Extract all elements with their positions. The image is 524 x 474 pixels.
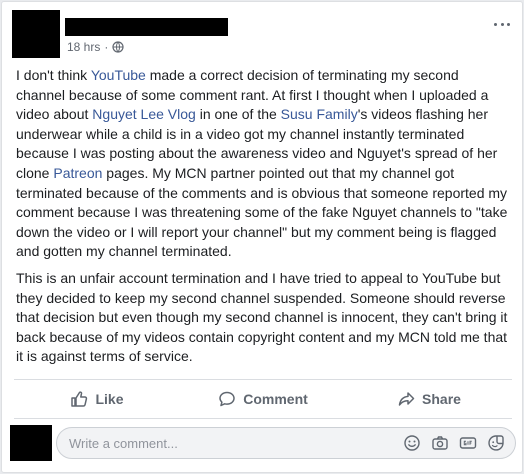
comment-attachment-icons [403, 434, 515, 452]
thumbs-up-icon [71, 391, 88, 407]
speech-bubble-icon [219, 391, 235, 407]
post-card: 18 hrs · I don't think YouTube made a co… [1, 1, 523, 473]
author-name-redacted[interactable] [65, 18, 228, 36]
more-options-icon[interactable] [494, 20, 510, 28]
viewer-avatar-redacted [10, 425, 52, 461]
camera-icon[interactable] [431, 434, 449, 452]
post-link[interactable]: Susu Family [281, 106, 358, 122]
post-link[interactable]: Nguyet Lee Vlog [92, 106, 196, 122]
post-text-run: in one of the [195, 106, 281, 123]
comment-composer [10, 423, 516, 463]
meta-separator: · [104, 40, 109, 54]
comment-label: Comment [243, 391, 308, 407]
post-link[interactable]: YouTube [91, 67, 146, 83]
post-paragraph-2: This is an unfair account termination an… [16, 269, 508, 365]
smiley-icon[interactable] [403, 434, 421, 452]
comment-button[interactable]: Comment [180, 380, 346, 418]
like-label: Like [95, 391, 124, 407]
post-meta: 18 hrs · [67, 40, 124, 54]
share-arrow-icon [398, 392, 415, 406]
post-body: I don't think YouTube made a correct dec… [16, 66, 508, 367]
author-avatar-redacted[interactable] [12, 10, 60, 58]
post-link[interactable]: Patreon [53, 165, 102, 181]
share-label: Share [422, 391, 461, 407]
post-text-run: I don't think [16, 67, 91, 83]
like-button[interactable]: Like [14, 380, 180, 418]
sticker-icon[interactable] [487, 434, 505, 452]
post-action-bar: Like Comment Share [14, 379, 512, 419]
post-timestamp[interactable]: 18 hrs [67, 40, 100, 54]
comment-input[interactable] [69, 435, 403, 451]
share-button[interactable]: Share [346, 380, 512, 418]
gif-icon[interactable] [459, 434, 477, 452]
globe-icon[interactable] [112, 41, 124, 53]
comment-box[interactable] [56, 427, 516, 459]
post-paragraph-1: I don't think YouTube made a correct dec… [16, 66, 508, 262]
